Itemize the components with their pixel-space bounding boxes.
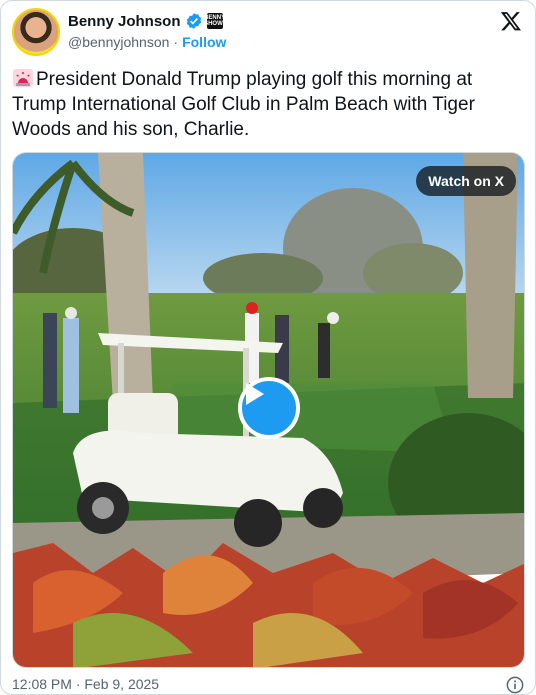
author-name[interactable]: Benny Johnson	[68, 13, 181, 30]
video-media[interactable]: Watch on X	[12, 152, 525, 668]
tweet-body: President Donald Trump playing golf this…	[12, 69, 475, 140]
play-icon	[246, 383, 264, 405]
info-icon[interactable]	[506, 676, 524, 694]
siren-icon	[13, 69, 33, 87]
separator-dot: ·	[173, 34, 179, 50]
author-name-row: Benny Johnson BENNY SHOW	[68, 12, 226, 30]
follow-button[interactable]: Follow	[182, 34, 226, 50]
tweet-footer: 12:08 PM · Feb 9, 2025	[12, 676, 159, 692]
verified-badge-icon	[186, 13, 201, 29]
play-button[interactable]	[238, 377, 300, 439]
tweet-text: President Donald Trump playing golf this…	[12, 67, 522, 142]
avatar[interactable]	[12, 8, 60, 56]
tweet-header: Benny Johnson BENNY SHOW @bennyjohnson ·…	[12, 8, 524, 56]
x-logo-icon[interactable]	[500, 10, 522, 32]
author-handle[interactable]: @bennyjohnson	[68, 34, 169, 50]
brand-badge: BENNY SHOW	[204, 13, 226, 29]
watch-on-x-button[interactable]: Watch on X	[416, 166, 516, 196]
timestamp[interactable]: 12:08 PM · Feb 9, 2025	[12, 676, 159, 692]
handle-row: @bennyjohnson · Follow	[68, 34, 226, 50]
